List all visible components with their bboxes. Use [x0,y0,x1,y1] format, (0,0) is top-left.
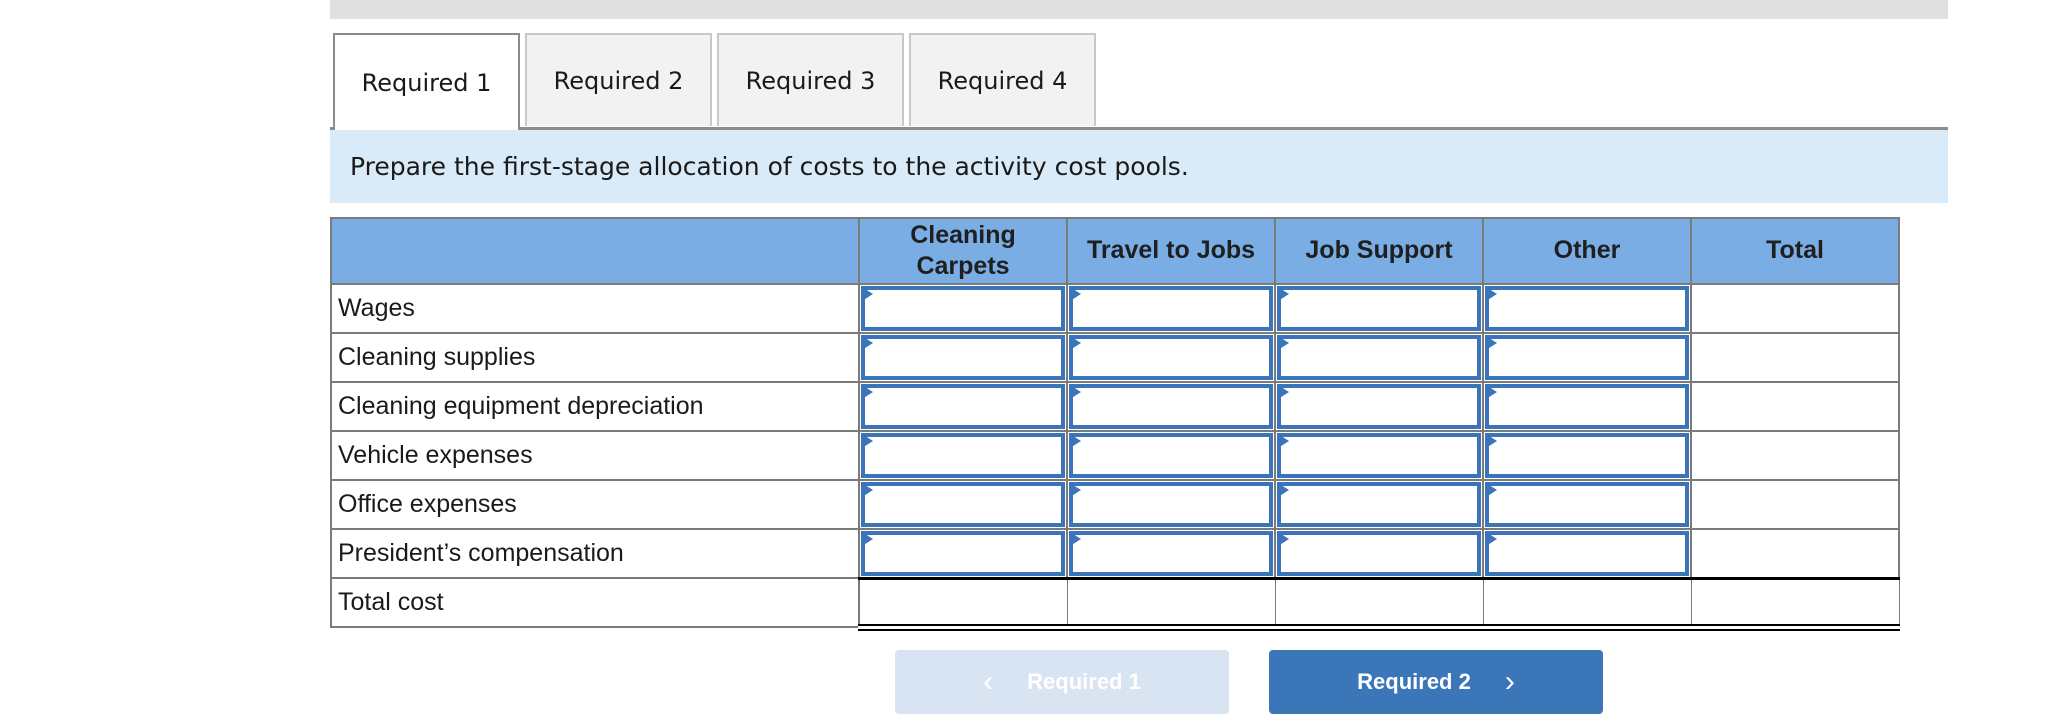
cell-job-support [1274,332,1484,383]
row-label: Vehicle expenses [330,430,860,481]
cell-other [1482,283,1692,334]
amount-input-cleaning-carpets[interactable] [865,437,1061,474]
amount-input-job-support[interactable] [1281,388,1477,425]
cell-job-support [1274,430,1484,481]
table-row: Cleaning supplies [330,332,1900,383]
amount-input-job-support[interactable] [1281,290,1477,327]
amount-input-other[interactable] [1489,290,1685,327]
cell-other [1482,430,1692,481]
amount-input-travel-to-jobs[interactable] [1073,486,1269,523]
cell-cleaning-carpets [858,283,1068,334]
row-label: President’s compensation [330,528,860,579]
amount-input-job-support[interactable] [1281,339,1477,376]
header-other: Other [1482,217,1692,285]
amount-input-cleaning-carpets[interactable] [865,535,1061,572]
amount-input-other[interactable] [1489,437,1685,474]
next-button-label: Required 2 [1357,669,1471,694]
row-label: Wages [330,283,860,334]
header-cleaning-carpets: Cleaning Carpets [858,217,1068,285]
table-row: Vehicle expenses [330,430,1900,481]
total-cost-cell [1482,576,1692,631]
cell-travel-to-jobs [1066,381,1276,432]
row-total-cell [1690,283,1900,334]
tab-required-2[interactable]: Required 2 [525,33,712,126]
row-label: Cleaning equipment depreciation [330,381,860,432]
row-label: Total cost [330,577,860,628]
amount-input-other[interactable] [1489,535,1685,572]
total-cost-cell [1274,576,1484,631]
table-row: Cleaning equipment depreciation [330,381,1900,432]
cell-cleaning-carpets [858,430,1068,481]
row-total-cell [1690,381,1900,432]
chevron-left-icon: ‹ [983,665,994,698]
amount-input-travel-to-jobs[interactable] [1073,437,1269,474]
header-job-support: Job Support [1274,217,1484,285]
row-total-cell [1690,332,1900,383]
top-bar [330,0,1948,19]
instruction-text: Prepare the first-stage allocation of co… [350,152,1189,181]
row-label: Office expenses [330,479,860,530]
amount-input-job-support[interactable] [1281,486,1477,523]
row-total-cell [1690,479,1900,530]
table-row: Office expenses [330,479,1900,530]
row-label: Cleaning supplies [330,332,860,383]
header-label-col [330,217,860,285]
table-row: President’s compensation [330,528,1900,579]
cell-job-support [1274,479,1484,530]
cell-other [1482,479,1692,530]
tab-required-3[interactable]: Required 3 [717,33,904,126]
chevron-right-icon: › [1504,665,1515,698]
amount-input-cleaning-carpets[interactable] [865,388,1061,425]
amount-input-cleaning-carpets[interactable] [865,486,1061,523]
total-cost-cell [1066,576,1276,631]
amount-input-other[interactable] [1489,339,1685,376]
cell-job-support [1274,528,1484,579]
amount-input-travel-to-jobs[interactable] [1073,535,1269,572]
amount-input-cleaning-carpets[interactable] [865,290,1061,327]
amount-input-job-support[interactable] [1281,437,1477,474]
amount-input-other[interactable] [1489,388,1685,425]
header-travel-to-jobs: Travel to Jobs [1066,217,1276,285]
cell-job-support [1274,283,1484,334]
total-cost-row: Total cost [330,576,1900,631]
cell-travel-to-jobs [1066,283,1276,334]
cell-cleaning-carpets [858,479,1068,530]
table-row: Wages [330,283,1900,334]
cell-other [1482,528,1692,579]
row-total-cell [1690,430,1900,481]
cell-travel-to-jobs [1066,332,1276,383]
prev-button-label: Required 1 [1027,669,1141,694]
header-cleaning-carpets-line1: Cleaning [910,220,1016,249]
total-cost-cell [1690,576,1900,631]
total-cost-cell [858,576,1068,631]
amount-input-job-support[interactable] [1281,535,1477,572]
amount-input-cleaning-carpets[interactable] [865,339,1061,376]
cell-cleaning-carpets [858,528,1068,579]
next-required-2-button[interactable]: Required 2 › [1269,650,1603,714]
cell-other [1482,332,1692,383]
instruction-banner: Prepare the first-stage allocation of co… [330,130,1948,203]
header-total: Total [1690,217,1900,285]
tab-required-1[interactable]: Required 1 [333,33,520,130]
tab-bar: Required 1 Required 2 Required 3 Require… [333,33,1096,130]
cell-other [1482,381,1692,432]
amount-input-travel-to-jobs[interactable] [1073,339,1269,376]
allocation-table: Cleaning Carpets Travel to Jobs Job Suppo… [330,217,1900,631]
row-total-cell [1690,528,1900,579]
amount-input-travel-to-jobs[interactable] [1073,388,1269,425]
cell-cleaning-carpets [858,332,1068,383]
cell-cleaning-carpets [858,381,1068,432]
table-header-row: Cleaning Carpets Travel to Jobs Job Suppo… [330,217,1900,285]
cell-travel-to-jobs [1066,528,1276,579]
amount-input-other[interactable] [1489,486,1685,523]
tab-required-4[interactable]: Required 4 [909,33,1096,126]
cell-job-support [1274,381,1484,432]
amount-input-travel-to-jobs[interactable] [1073,290,1269,327]
cell-travel-to-jobs [1066,430,1276,481]
prev-required-1-button[interactable]: ‹ Required 1 [895,650,1229,714]
cell-travel-to-jobs [1066,479,1276,530]
header-cleaning-carpets-line2: Carpets [916,252,1010,280]
